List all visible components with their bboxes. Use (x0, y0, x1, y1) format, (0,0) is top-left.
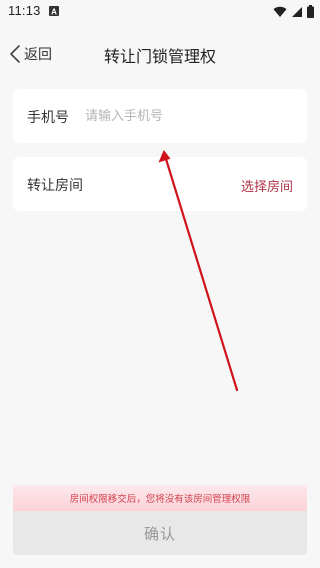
select-room-button[interactable]: 选择房间 (241, 176, 293, 195)
confirm-button[interactable]: 确认 (13, 511, 307, 555)
status-time: 11:13 (8, 3, 41, 18)
room-label: 转让房间 (27, 178, 83, 194)
phone-label: 手机号 (27, 110, 69, 126)
signal-icon (292, 6, 302, 17)
page-title: 转让门锁管理权 (103, 47, 216, 66)
battery-icon (307, 5, 314, 18)
warning-banner: 房间权限移交后，您将没有该房间管理权限 (13, 485, 307, 511)
status-bar: 11:13 A (0, 0, 320, 24)
phone-input[interactable] (85, 103, 285, 129)
nav-bar: 返回 转让门锁管理权 (0, 24, 320, 86)
phone-card: 手机号 (13, 89, 307, 143)
wifi-icon (273, 6, 287, 17)
room-card[interactable]: 转让房间 选择房间 (13, 157, 307, 211)
warning-text: 房间权限移交后，您将没有该房间管理权限 (69, 494, 251, 505)
a-box-icon: A (49, 6, 59, 16)
confirm-label: 确认 (143, 524, 176, 543)
svg-text:A: A (51, 7, 57, 16)
status-icons (273, 5, 314, 18)
